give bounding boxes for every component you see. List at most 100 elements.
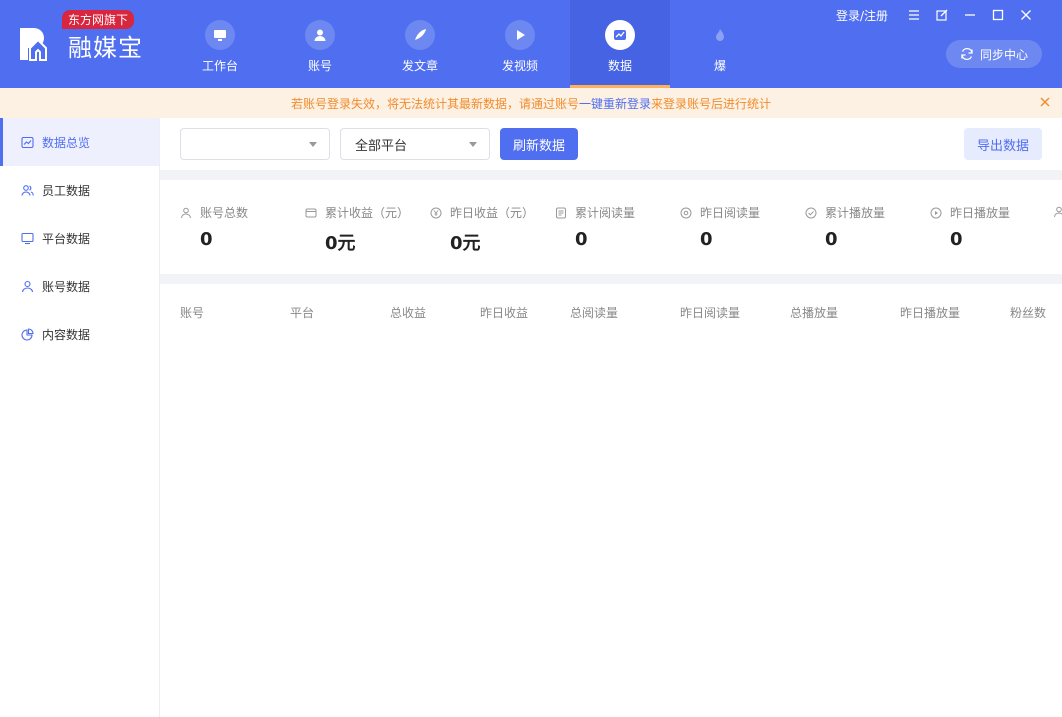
refresh-data-button[interactable]: 刷新数据 <box>500 128 578 160</box>
sidebar-item-label: 数据总览 <box>42 135 91 150</box>
app-header: 东方网旗下 融媒宝 工作台 账号 发文章 发视频 数据 爆 登录/注册 同步中心 <box>0 0 1062 88</box>
nav-label: 数据 <box>607 59 632 73</box>
nav-item-video[interactable]: 发视频 <box>470 0 570 88</box>
nav-label: 爆 <box>713 59 726 73</box>
stats-panel: 账号总数 0 累计收益（元） 0元 昨日收益（元） 0元 累计阅读量 0 昨日阅… <box>160 180 1062 274</box>
sidebar-item-account[interactable]: 账号数据 <box>0 262 159 310</box>
notice-text-before: 若账号登录失效，将无法统计其最新数据，请通过账号 <box>290 96 579 111</box>
sidebar-item-label: 平台数据 <box>42 231 91 246</box>
table-header-fans[interactable]: 粉丝数 <box>1010 304 1046 321</box>
user-icon <box>1054 206 1062 218</box>
stat-label: 昨日收益（元） <box>450 206 535 220</box>
app-badge: 东方网旗下 <box>62 10 135 29</box>
nav-item-article[interactable]: 发文章 <box>370 0 470 88</box>
nav-item-hot[interactable]: 爆 <box>670 0 770 88</box>
close-icon[interactable] <box>1012 6 1040 24</box>
export-data-button[interactable]: 导出数据 <box>964 128 1042 160</box>
wallet-icon <box>305 208 317 217</box>
maximize-icon[interactable] <box>984 6 1012 24</box>
chevron-down-icon <box>469 142 477 147</box>
user-icon <box>181 207 191 218</box>
edit-icon[interactable] <box>928 6 956 24</box>
app-name: 融媒宝 <box>68 34 143 62</box>
table-header-yesterday-income[interactable]: 昨日收益 <box>480 304 528 321</box>
stat-value: 0 <box>825 229 838 250</box>
sidebar-item-content[interactable]: 内容数据 <box>0 310 159 358</box>
feather-icon <box>405 20 435 50</box>
window-controls: 登录/注册 <box>836 6 1040 24</box>
nav-item-workbench[interactable]: 工作台 <box>170 0 270 88</box>
monitor-icon <box>205 20 235 50</box>
notice-text-after: 来登录账号后进行统计 <box>651 96 772 111</box>
sidebar-item-overview[interactable]: 数据总览 <box>0 118 159 166</box>
main-nav: 工作台 账号 发文章 发视频 数据 爆 <box>170 0 770 88</box>
stat-label: 累计播放量 <box>825 206 886 220</box>
chevron-down-icon <box>309 142 317 147</box>
sync-center-button[interactable]: 同步中心 <box>946 40 1042 68</box>
users-icon <box>20 183 34 197</box>
menu-icon[interactable] <box>900 6 928 24</box>
sidebar-item-staff[interactable]: 员工数据 <box>0 166 159 214</box>
flame-icon <box>705 20 735 50</box>
relogin-link[interactable]: 一键重新登录 <box>579 95 651 112</box>
stat-total-reads: 累计阅读量 0 <box>555 204 680 250</box>
date-select[interactable] <box>180 128 330 160</box>
toolbar: 全部平台 刷新数据 导出数据 <box>160 118 1062 170</box>
pie-icon <box>20 327 34 341</box>
user-icon <box>305 20 335 50</box>
table-header-account[interactable]: 账号 <box>180 304 204 321</box>
table-header-yesterday-reads[interactable]: 昨日阅读量 <box>680 304 740 321</box>
minimize-icon[interactable] <box>956 6 984 24</box>
login-link[interactable]: 登录/注册 <box>836 7 888 24</box>
chart-icon <box>605 20 635 50</box>
stat-label: 昨日播放量 <box>950 206 1011 220</box>
nav-label: 工作台 <box>201 59 238 73</box>
play-circle-icon <box>930 207 942 218</box>
check-circle-icon <box>805 207 817 218</box>
table-header-total-reads[interactable]: 总阅读量 <box>570 304 618 321</box>
monitor-icon <box>20 231 34 245</box>
sidebar-item-label: 内容数据 <box>42 327 91 342</box>
stat-value: 0 <box>200 229 213 250</box>
stat-total-income: 累计收益（元） 0元 <box>305 204 430 255</box>
nav-label: 账号 <box>307 59 332 73</box>
stat-value: 0 <box>575 229 588 250</box>
sidebar-item-platform[interactable]: 平台数据 <box>0 214 159 262</box>
stat-yesterday-plays: 昨日播放量 0 <box>930 204 1055 250</box>
table-header-yesterday-plays[interactable]: 昨日播放量 <box>900 304 960 321</box>
data-table: 账号 平台 总收益 昨日收益 总阅读量 昨日阅读量 总播放量 昨日播放量 粉丝数 <box>160 284 1062 717</box>
sidebar: 数据总览 员工数据 平台数据 账号数据 内容数据 <box>0 118 160 717</box>
stat-total-plays: 累计播放量 0 <box>805 204 930 250</box>
close-notice-icon[interactable] <box>1038 95 1052 109</box>
nav-item-account[interactable]: 账号 <box>270 0 370 88</box>
stat-value: 0 <box>700 229 713 250</box>
stat-label: 累计收益（元） <box>325 206 410 220</box>
notice-bar: 若账号登录失效，将无法统计其最新数据，请通过账号 一键重新登录 来登录账号后进行… <box>0 88 1062 118</box>
play-icon <box>505 20 535 50</box>
stat-label: 累计阅读量 <box>575 206 636 220</box>
sidebar-item-label: 员工数据 <box>42 183 91 198</box>
table-header-platform[interactable]: 平台 <box>290 304 314 321</box>
sync-center-label: 同步中心 <box>979 47 1028 62</box>
sidebar-item-label: 账号数据 <box>42 279 91 294</box>
platform-select[interactable]: 全部平台 <box>340 128 490 160</box>
coin-icon <box>430 207 442 218</box>
doc-icon <box>556 207 566 218</box>
stat-value: 0 <box>950 229 963 250</box>
stat-yesterday-reads: 昨日阅读量 0 <box>680 204 805 250</box>
stat-account-total: 账号总数 0 <box>180 204 305 250</box>
user-icon <box>20 279 34 293</box>
table-header-total-income[interactable]: 总收益 <box>390 304 426 321</box>
table-header-total-plays[interactable]: 总播放量 <box>790 304 838 321</box>
stat-label: 账号总数 <box>200 206 249 220</box>
sync-icon <box>961 47 973 61</box>
app-logo <box>20 28 47 61</box>
chart-line-icon <box>20 135 34 149</box>
nav-label: 发文章 <box>401 59 438 73</box>
platform-select-value: 全部平台 <box>355 138 408 154</box>
main-content: 全部平台 刷新数据 导出数据 账号总数 0 累计收益（元） 0元 昨日收益（元） <box>160 118 1062 717</box>
stat-yesterday-income: 昨日收益（元） 0元 <box>430 204 555 255</box>
eye-icon <box>680 207 692 218</box>
nav-label: 发视频 <box>501 59 538 73</box>
nav-item-data[interactable]: 数据 <box>570 0 670 88</box>
